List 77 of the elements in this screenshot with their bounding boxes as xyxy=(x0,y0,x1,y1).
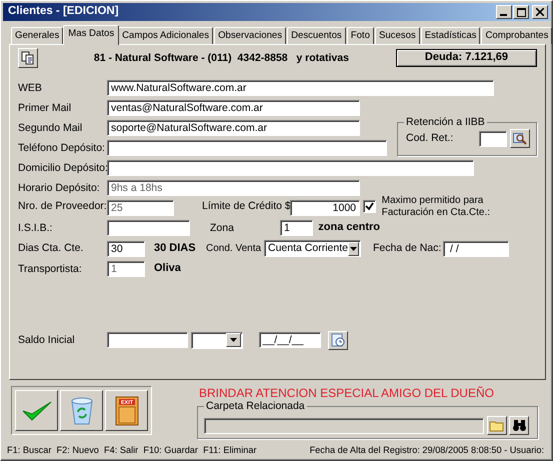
input-field[interactable]: soporte@NaturalSoftware.com.ar xyxy=(107,120,360,136)
tab[interactable]: Observaciones xyxy=(214,27,286,44)
field-label: Dias Cta. Cte. xyxy=(18,242,84,255)
input-field[interactable]: 30 xyxy=(107,240,145,256)
input-field[interactable] xyxy=(479,130,508,146)
field-label: Zona xyxy=(210,222,235,234)
carrier-description: Oliva xyxy=(154,262,181,276)
calendar-button[interactable] xyxy=(328,330,348,350)
tab[interactable]: Campos Adicionales xyxy=(118,27,214,44)
copy-icon xyxy=(20,51,35,65)
date-field[interactable]: __/__/__ xyxy=(258,332,321,348)
caret-icon xyxy=(350,246,357,250)
input-field[interactable]: www.NaturalSoftware.com.ar xyxy=(107,80,494,96)
record-date: Fecha de Alta del Registro: 29/08/2005 8:08:50 - Usuario: xyxy=(310,445,544,456)
tab[interactable]: Descuentos xyxy=(287,27,346,44)
field-label: Fecha de Nac: xyxy=(373,242,442,255)
group-title: Carpeta Relacionada xyxy=(204,400,307,413)
checkbox-label: Maximo permitido para Facturación en Cta.Cte.: xyxy=(382,195,492,219)
clock-icon xyxy=(330,333,345,347)
input-field[interactable] xyxy=(107,332,188,348)
minimize-button[interactable] xyxy=(496,5,512,19)
input-field[interactable] xyxy=(204,418,484,434)
notice-text: BRINDAR ATENCION ESPECIAL AMIGO DEL DUEÑO xyxy=(199,386,495,400)
tab[interactable]: Mas Datos xyxy=(63,25,120,45)
tab[interactable]: Estadísticas xyxy=(420,27,480,44)
input-field[interactable]: 25 xyxy=(107,200,174,216)
input-field[interactable]: 9hs a 18hs xyxy=(107,180,360,196)
field-label: Primer Mail xyxy=(18,102,72,114)
field-label: Horario Depósito: xyxy=(18,182,101,194)
input-field[interactable]: ventas@NaturalSoftware.com.ar xyxy=(107,100,360,116)
folder-icon xyxy=(489,419,504,432)
input-field[interactable] xyxy=(107,220,190,236)
field-label: Cond. Venta xyxy=(206,242,262,254)
recycle-bin-icon xyxy=(68,396,94,424)
close-icon xyxy=(536,8,544,16)
maximize-button[interactable] xyxy=(513,5,530,19)
checkmark-icon xyxy=(22,400,52,422)
accept-button[interactable] xyxy=(15,390,58,431)
input-field[interactable]: 1 xyxy=(107,261,145,277)
input-field[interactable]: 1000 xyxy=(290,200,360,216)
tab[interactable]: Sucesos xyxy=(374,27,420,44)
debt-display: Deuda: 7.121,69 xyxy=(396,49,538,67)
field-label: Transportista: xyxy=(18,262,83,276)
field-label: Domicilio Depósito: xyxy=(18,162,107,174)
days-description: 30 DIAS xyxy=(154,242,197,256)
tab[interactable]: Generales xyxy=(11,27,64,44)
date-field[interactable]: / / xyxy=(443,240,509,256)
tab[interactable]: Foto xyxy=(346,27,374,44)
search-button[interactable] xyxy=(509,416,530,436)
client-header: 81 - Natural Software - (011) 4342-8858 y rotativas xyxy=(94,52,350,64)
field-label: Segundo Mail xyxy=(18,122,84,134)
tab[interactable]: Comprobantes xyxy=(481,27,552,44)
field-label: Teléfono Depósito: xyxy=(18,142,106,154)
checkmark-icon xyxy=(364,202,374,211)
field-label: Cod. Ret.: xyxy=(406,132,454,145)
dropdown[interactable] xyxy=(190,332,243,348)
magnifier-icon xyxy=(513,132,527,144)
lookup-button[interactable] xyxy=(510,129,530,148)
maximize-icon xyxy=(516,8,526,16)
new-button[interactable] xyxy=(60,390,103,431)
dropdown[interactable]: Cuenta Corriente xyxy=(264,240,361,257)
field-label: Saldo Inicial xyxy=(18,334,76,346)
checkbox[interactable] xyxy=(362,200,376,213)
input-field[interactable]: 1 xyxy=(280,220,313,236)
input-field[interactable] xyxy=(107,140,387,156)
field-label: WEB xyxy=(18,82,43,94)
open-folder-button[interactable] xyxy=(486,416,507,436)
field-label: Nro. de Proveedor: xyxy=(18,200,107,213)
input-field[interactable] xyxy=(107,160,474,176)
close-button[interactable] xyxy=(532,5,548,19)
binoculars-icon xyxy=(512,419,527,432)
copy-button[interactable] xyxy=(18,48,38,68)
zone-description: zona centro xyxy=(318,221,380,235)
window-title: Clientes - [EDICION] xyxy=(8,5,119,19)
caret-icon xyxy=(230,338,237,342)
field-label: I.S.I.B.: xyxy=(18,222,54,234)
shortcut-hints: F1: Buscar F2: Nuevo F4: Salir F10: Guardar F11: Eliminar xyxy=(7,445,257,456)
